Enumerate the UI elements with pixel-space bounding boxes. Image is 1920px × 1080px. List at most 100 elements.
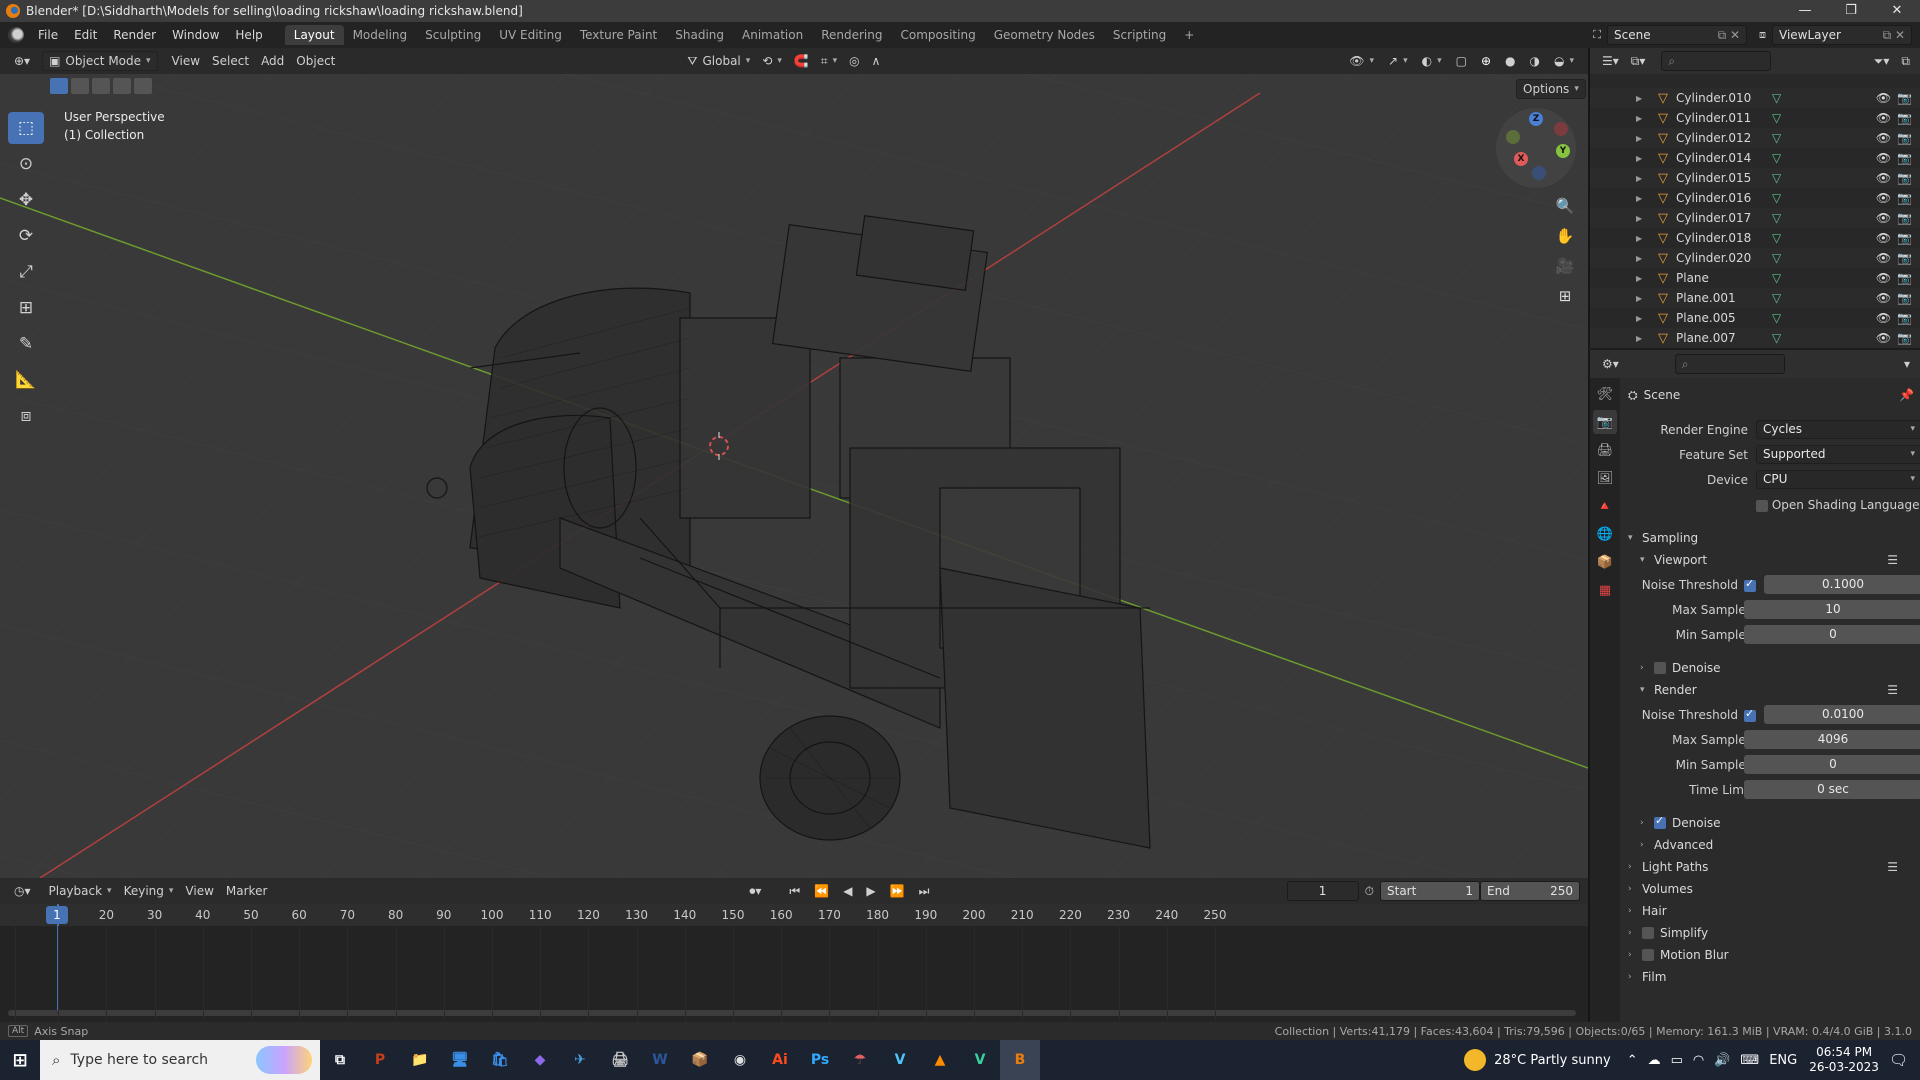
properties-search-input[interactable]: ⌕: [1674, 354, 1785, 374]
taskbar-app-icon[interactable]: ▲: [920, 1040, 960, 1080]
tool-tab-icon[interactable]: 🛠: [1593, 382, 1617, 406]
auto-keying-icon[interactable]: ⏺▾: [743, 881, 767, 901]
light-paths-presets-icon[interactable]: ☰: [1887, 860, 1898, 874]
visibility-eye-icon[interactable]: 👁: [1876, 151, 1891, 165]
object-name[interactable]: Cylinder.017: [1676, 211, 1772, 225]
taskbar-app-icon[interactable]: P: [360, 1040, 400, 1080]
render-tab-icon[interactable]: 📷: [1593, 410, 1617, 434]
render-camera-icon[interactable]: 📷: [1897, 91, 1912, 105]
play-icon[interactable]: ▶: [860, 881, 881, 901]
move-icon[interactable]: ✥: [8, 184, 44, 216]
vp-max-samples-field[interactable]: 10: [1744, 600, 1920, 619]
osl-checkbox[interactable]: Open Shading Language: [1756, 498, 1919, 512]
options-dropdown[interactable]: Options: [1516, 79, 1586, 99]
mode-selector[interactable]: ▣ Object Mode: [42, 51, 158, 71]
mesh-data-icon[interactable]: ▽: [1772, 251, 1781, 265]
3d-viewport[interactable]: ⊕▾ ▣ Object Mode View Select Add Object ⛛…: [0, 48, 1588, 878]
preview-range-icon[interactable]: ⏱: [1359, 881, 1380, 901]
world-tab-icon[interactable]: 🌐: [1593, 522, 1617, 546]
visibility-eye-icon[interactable]: 👁: [1876, 231, 1891, 245]
outliner-row[interactable]: ▶ ▽ Cylinder.016 ▽ 👁 📷: [1590, 188, 1920, 208]
select-invert-icon[interactable]: [113, 78, 131, 94]
outliner-row[interactable]: ▶ ▽ Cylinder.011 ▽ 👁 📷: [1590, 108, 1920, 128]
object-name[interactable]: Cylinder.012: [1676, 131, 1772, 145]
expand-arrow-icon[interactable]: ▶: [1636, 334, 1648, 343]
prev-keyframe-icon[interactable]: ⏪: [808, 881, 835, 901]
expand-arrow-icon[interactable]: ▶: [1636, 294, 1648, 303]
time-limit-field[interactable]: 0 sec: [1744, 780, 1920, 799]
gizmo-neg-x[interactable]: [1554, 122, 1568, 136]
object-name[interactable]: Cylinder.015: [1676, 171, 1772, 185]
object-name[interactable]: Cylinder.014: [1676, 151, 1772, 165]
taskbar-app-icon[interactable]: W: [640, 1040, 680, 1080]
ortho-toggle-icon[interactable]: ⊞: [1552, 283, 1578, 309]
timeline-scrollbar[interactable]: [8, 1010, 1576, 1016]
mesh-data-icon[interactable]: ▽: [1772, 331, 1781, 345]
menu-help[interactable]: Help: [227, 28, 270, 42]
gizmo-z-axis[interactable]: Z: [1529, 112, 1543, 126]
hair-panel[interactable]: › Hair: [1628, 900, 1920, 922]
select-new-icon[interactable]: [50, 78, 68, 94]
close-button[interactable]: ✕: [1874, 0, 1920, 22]
texture-tab-icon[interactable]: ▦: [1593, 578, 1617, 602]
presets-list-icon[interactable]: ☰: [1887, 553, 1898, 567]
gizmo-neg-z[interactable]: [1532, 166, 1546, 180]
object-name[interactable]: Plane.001: [1676, 291, 1772, 305]
outliner-row[interactable]: ▶ ▽ Plane.007 ▽ 👁 📷: [1590, 328, 1920, 348]
snap-magnet-icon[interactable]: 🧲: [788, 51, 815, 71]
rotate-icon[interactable]: ⟳: [8, 220, 44, 252]
menu-window[interactable]: Window: [164, 28, 227, 42]
outliner-row[interactable]: ▶ ▽ Plane ▽ 👁 📷: [1590, 268, 1920, 288]
expand-arrow-icon[interactable]: ▶: [1636, 234, 1648, 243]
tab-compositing[interactable]: Compositing: [891, 25, 984, 45]
wireframe-shading-icon[interactable]: ⊕: [1475, 51, 1497, 71]
add-workspace-button[interactable]: +: [1175, 25, 1203, 45]
mesh-data-icon[interactable]: ▽: [1772, 271, 1781, 285]
taskbar-app-icon[interactable]: 🖨: [600, 1040, 640, 1080]
tray-chevron-icon[interactable]: ⌃: [1627, 1053, 1638, 1068]
object-name[interactable]: Cylinder.016: [1676, 191, 1772, 205]
transform-icon[interactable]: ⊞: [8, 292, 44, 324]
taskbar-app-icon[interactable]: ✈: [560, 1040, 600, 1080]
feature-set-dropdown[interactable]: Supported: [1756, 445, 1920, 464]
object-name[interactable]: Cylinder.020: [1676, 251, 1772, 265]
measure-icon[interactable]: 📐: [8, 364, 44, 396]
mesh-data-icon[interactable]: ▽: [1772, 311, 1781, 325]
menu-marker[interactable]: Marker: [220, 881, 273, 901]
solid-shading-icon[interactable]: ●: [1499, 51, 1521, 71]
taskbar-app-icon[interactable]: ◆: [520, 1040, 560, 1080]
object-name[interactable]: Plane.005: [1676, 311, 1772, 325]
tab-geometry-nodes[interactable]: Geometry Nodes: [985, 25, 1104, 45]
vp-noise-threshold-checkbox[interactable]: [1744, 577, 1756, 592]
clock[interactable]: 06:54 PM 26-03-2023: [1809, 1045, 1879, 1075]
mesh-data-icon[interactable]: ▽: [1772, 291, 1781, 305]
r-max-samples-field[interactable]: 4096: [1744, 730, 1920, 749]
properties-editor[interactable]: ⚙▾ ⌕ ▾ 🛠 📷 🖨 🖼 🔺 🌐 📦 ▦ ⛭ Scene 📌 Render …: [1588, 350, 1920, 1022]
expand-arrow-icon[interactable]: ▶: [1636, 254, 1648, 263]
outliner-row[interactable]: ▶ ▽ Cylinder.012 ▽ 👁 📷: [1590, 128, 1920, 148]
taskbar-app-icon[interactable]: 📦: [680, 1040, 720, 1080]
taskbar-app-icon[interactable]: V: [880, 1040, 920, 1080]
render-engine-dropdown[interactable]: Cycles: [1756, 420, 1920, 439]
r-denoise-subpanel[interactable]: › Denoise: [1640, 812, 1920, 834]
outliner-row[interactable]: ▶ ▽ Cylinder.015 ▽ 👁 📷: [1590, 168, 1920, 188]
overlays-icon[interactable]: ◐: [1416, 51, 1448, 71]
mesh-data-icon[interactable]: ▽: [1772, 211, 1781, 225]
vp-denoise-subpanel[interactable]: › Denoise: [1640, 657, 1920, 679]
mesh-data-icon[interactable]: ▽: [1772, 151, 1781, 165]
menu-edit[interactable]: Edit: [66, 28, 105, 42]
windows-start-icon[interactable]: ⊞: [0, 1040, 40, 1080]
mesh-data-icon[interactable]: ▽: [1772, 111, 1781, 125]
object-name[interactable]: Cylinder.010: [1676, 91, 1772, 105]
gizmo-x-axis[interactable]: X: [1514, 152, 1528, 166]
mesh-data-icon[interactable]: ▽: [1772, 171, 1781, 185]
object-name[interactable]: Plane.007: [1676, 331, 1772, 345]
menu-timeline-view[interactable]: View: [179, 881, 219, 901]
taskbar-app-icon[interactable]: 📁: [400, 1040, 440, 1080]
annotate-icon[interactable]: ✎: [8, 328, 44, 360]
pin-icon[interactable]: 📌: [1899, 388, 1914, 402]
motion-blur-checkbox[interactable]: [1642, 949, 1654, 961]
menu-keying[interactable]: Keying: [118, 881, 180, 901]
render-camera-icon[interactable]: 📷: [1897, 271, 1912, 285]
gizmo-neg-y[interactable]: [1506, 130, 1520, 144]
